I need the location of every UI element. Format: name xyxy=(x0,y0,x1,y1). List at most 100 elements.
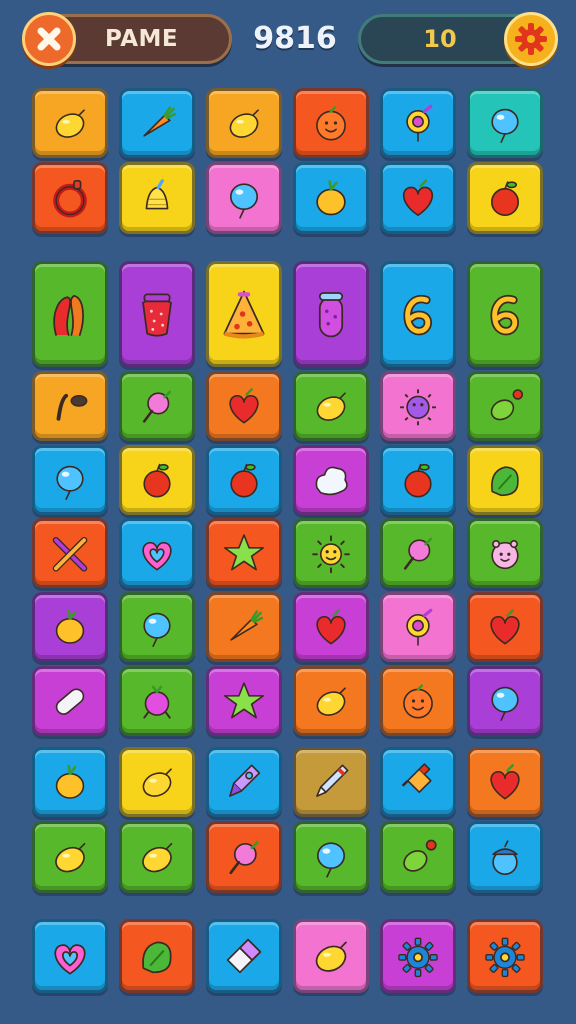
number-six-icon xyxy=(403,294,433,336)
tile-r10-c3[interactable] xyxy=(206,821,282,893)
lollipop-icon xyxy=(403,537,433,570)
tile-r9-c3[interactable] xyxy=(206,747,282,817)
heart-icon xyxy=(229,388,259,424)
tile-r9-c6[interactable] xyxy=(467,747,543,817)
tile-r4-c1[interactable] xyxy=(32,371,108,441)
tile-r1-c4[interactable] xyxy=(293,88,369,158)
tile-r7-c5[interactable] xyxy=(380,592,456,662)
tile-r3-c6[interactable] xyxy=(467,261,543,367)
booster-tile-5[interactable] xyxy=(380,919,456,993)
gear-icon xyxy=(485,937,525,978)
pea-icon xyxy=(490,389,524,421)
booster-tile-1[interactable] xyxy=(32,919,108,993)
tile-r1-c1[interactable] xyxy=(32,88,108,158)
rocket-icon xyxy=(229,764,261,797)
tile-r10-c4[interactable] xyxy=(293,821,369,893)
tile-r10-c5[interactable] xyxy=(380,821,456,893)
tile-r10-c6[interactable] xyxy=(467,821,543,893)
balloon-icon xyxy=(491,686,519,721)
tile-r1-c6[interactable] xyxy=(467,88,543,158)
tile-r4-c5[interactable] xyxy=(380,371,456,441)
onion-icon xyxy=(316,180,346,216)
ring-pin-icon xyxy=(406,104,433,142)
tile-r8-c6[interactable] xyxy=(467,666,543,736)
tile-r9-c4[interactable] xyxy=(293,747,369,817)
booster-tile-3[interactable] xyxy=(206,919,282,993)
apple-icon xyxy=(404,463,432,498)
tile-r8-c4[interactable] xyxy=(293,666,369,736)
tile-r2-c2[interactable] xyxy=(119,162,195,234)
tile-r8-c2[interactable] xyxy=(119,666,195,736)
tile-r7-c4[interactable] xyxy=(293,592,369,662)
tile-r2-c3[interactable] xyxy=(206,162,282,234)
tile-r3-c1[interactable] xyxy=(32,261,108,367)
tile-r5-c3[interactable] xyxy=(206,445,282,515)
lemon-icon xyxy=(142,768,172,797)
orange-face-icon xyxy=(403,684,433,719)
balloon-icon xyxy=(491,108,519,143)
lemon-icon xyxy=(55,109,85,138)
tile-r7-c3[interactable] xyxy=(206,592,282,662)
acorn-icon xyxy=(492,840,518,875)
tile-r1-c5[interactable] xyxy=(380,88,456,158)
tile-r6-c5[interactable] xyxy=(380,518,456,588)
tile-r1-c2[interactable] xyxy=(119,88,195,158)
tile-r4-c3[interactable] xyxy=(206,371,282,441)
tile-r5-c1[interactable] xyxy=(32,445,108,515)
tile-r2-c6[interactable] xyxy=(467,162,543,234)
lemon-icon xyxy=(142,842,173,873)
tile-r5-c2[interactable] xyxy=(119,445,195,515)
tile-r5-c4[interactable] xyxy=(293,445,369,515)
pizza-icon xyxy=(223,290,265,339)
tile-r7-c6[interactable] xyxy=(467,592,543,662)
lemon-icon xyxy=(315,941,347,972)
tile-r8-c5[interactable] xyxy=(380,666,456,736)
tile-r4-c2[interactable] xyxy=(119,371,195,441)
tile-r1-c3[interactable] xyxy=(206,88,282,158)
tile-r5-c6[interactable] xyxy=(467,445,543,515)
pea-icon xyxy=(403,839,437,872)
tile-r9-c5[interactable] xyxy=(380,747,456,817)
heart-outline-icon xyxy=(142,541,172,571)
heart-outline-icon xyxy=(54,944,86,975)
tile-r6-c1[interactable] xyxy=(32,518,108,588)
gear-icon xyxy=(398,937,438,978)
tile-r5-c5[interactable] xyxy=(380,445,456,515)
tile-r3-c2[interactable] xyxy=(119,261,195,367)
tile-r8-c3[interactable] xyxy=(206,666,282,736)
tile-r2-c5[interactable] xyxy=(380,162,456,234)
tile-r10-c2[interactable] xyxy=(119,821,195,893)
tile-r6-c2[interactable] xyxy=(119,518,195,588)
balloon-icon xyxy=(229,183,259,219)
berry-icon xyxy=(143,685,171,719)
tile-r3-c3[interactable] xyxy=(206,261,282,367)
tile-r3-c4[interactable] xyxy=(293,261,369,367)
tile-r8-c1[interactable] xyxy=(32,666,108,736)
tile-r7-c1[interactable] xyxy=(32,592,108,662)
onion-icon xyxy=(55,609,85,644)
carrot-icon xyxy=(230,610,264,641)
heart-icon xyxy=(490,764,520,800)
eraser-icon xyxy=(226,938,262,974)
tile-r10-c1[interactable] xyxy=(32,821,108,893)
pickle-icon xyxy=(318,292,344,338)
tile-r4-c4[interactable] xyxy=(293,371,369,441)
tile-r9-c2[interactable] xyxy=(119,747,195,817)
number-six-icon xyxy=(490,294,520,336)
lollipop-icon xyxy=(142,390,172,423)
booster-tile-4[interactable] xyxy=(293,919,369,993)
tile-r7-c2[interactable] xyxy=(119,592,195,662)
booster-tile-6[interactable] xyxy=(467,919,543,993)
tile-r6-c3[interactable] xyxy=(206,518,282,588)
tile-r2-c4[interactable] xyxy=(293,162,369,234)
tile-r2-c1[interactable] xyxy=(32,162,108,234)
tile-r6-c4[interactable] xyxy=(293,518,369,588)
tile-r4-c6[interactable] xyxy=(467,371,543,441)
pen-icon xyxy=(316,764,349,797)
star-icon xyxy=(224,534,264,571)
tile-r6-c6[interactable] xyxy=(467,518,543,588)
tile-r3-c5[interactable] xyxy=(380,261,456,367)
tile-r9-c1[interactable] xyxy=(32,747,108,817)
booster-tile-2[interactable] xyxy=(119,919,195,993)
orange-face-icon xyxy=(316,106,346,141)
